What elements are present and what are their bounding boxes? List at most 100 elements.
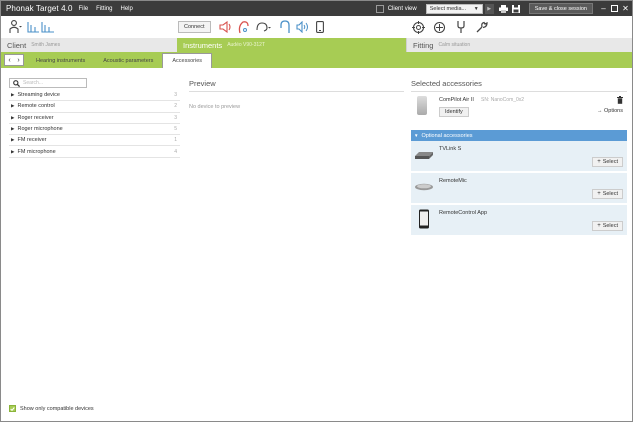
restore-icon[interactable] [610, 4, 619, 14]
section-header: Client Smith James Instruments Audéo V90… [1, 38, 632, 52]
category-item[interactable]: ▶ Roger microphone 5 [9, 124, 180, 136]
title-bar-controls: Client view Select media... ▼ ▶ Save & c… [375, 1, 632, 16]
section-fitting[interactable]: Fitting Calm situation [406, 38, 632, 52]
crosshair-icon[interactable] [433, 20, 446, 34]
hook-icon[interactable] [278, 20, 291, 34]
title-bar: Phonak Target 4.0 File Fitting Help Clie… [1, 1, 632, 16]
wrench-icon[interactable] [475, 20, 488, 34]
optional-accessory-name: RemoteMic [439, 178, 467, 184]
plus-icon: + [597, 191, 601, 197]
fitting-situation: Calm situation [438, 42, 471, 48]
instrument-icons: Connect [178, 16, 332, 38]
app-title: Phonak Target 4.0 [6, 4, 73, 13]
volume-icon[interactable] [295, 20, 309, 34]
select-media-dropdown[interactable]: Select media... ▼ [425, 3, 483, 14]
plus-icon: + [597, 159, 601, 165]
footer: Show only compatible devices [9, 405, 94, 412]
close-icon[interactable]: ✕ [621, 4, 630, 14]
expand-triangle-icon: ▶ [11, 137, 15, 143]
section-fitting-name: Fitting [413, 40, 434, 50]
trash-icon[interactable] [616, 96, 623, 104]
select-button[interactable]: + Select [592, 189, 623, 199]
speaker-icon[interactable] [218, 20, 232, 34]
selected-accessory-item: ComPilot Air II SN: NanoCom_0x2 Identify… [411, 92, 627, 126]
optional-accessory-item: RemoteMic + Select [411, 173, 627, 205]
category-count: 1 [174, 137, 177, 144]
select-button[interactable]: + Select [592, 221, 623, 231]
chevron-right-icon[interactable]: › [17, 57, 19, 64]
expand-triangle-icon: ▶ [11, 114, 15, 120]
fitting-icons [412, 16, 493, 38]
client-view-label: Client view [387, 5, 417, 12]
tab-bar: ‹ › Hearing instruments Acoustic paramet… [1, 52, 632, 68]
divider [189, 91, 404, 92]
expand-triangle-icon: ▶ [11, 126, 15, 132]
category-name: Streaming device [17, 92, 60, 99]
audiogram-icon[interactable] [27, 20, 55, 34]
select-label: Select [602, 159, 618, 165]
category-item[interactable]: ▶ FM microphone 4 [9, 146, 180, 158]
section-client-name: Client [7, 40, 27, 50]
category-name: Roger receiver [17, 114, 54, 121]
expand-triangle-icon: ▶ [11, 92, 15, 98]
options-label: Options [604, 108, 623, 114]
category-count: 3 [174, 114, 177, 121]
client-name: Smith James [31, 42, 61, 48]
optional-accessories-title: Optional accessories [421, 132, 473, 139]
category-name: FM receiver [17, 137, 47, 144]
category-count: 3 [174, 92, 177, 99]
category-name: FM microphone [17, 148, 56, 155]
selected-accessory-name: ComPilot Air II [439, 97, 474, 103]
tab-accessories[interactable]: Accessories [162, 53, 213, 68]
search-input[interactable]: Search... [9, 78, 87, 88]
category-count: 5 [174, 126, 177, 133]
checkmark-icon [10, 406, 15, 411]
ear-icon[interactable] [255, 20, 273, 34]
section-instruments[interactable]: Instruments Audéo V90-312T [177, 38, 406, 52]
options-link[interactable]: → Options [597, 108, 623, 114]
show-compatible-label: Show only compatible devices [20, 405, 94, 412]
optional-accessories-header[interactable]: ▼ Optional accessories [411, 130, 627, 141]
save-close-session-button[interactable]: Save & close session [528, 3, 593, 14]
category-item[interactable]: ▶ Roger receiver 3 [9, 113, 180, 124]
category-item[interactable]: ▶ FM receiver 1 [9, 135, 180, 147]
menu-fitting[interactable]: Fitting [96, 6, 112, 12]
section-client[interactable]: Client Smith James [1, 38, 177, 52]
tvlink-device-image [414, 150, 434, 160]
section-instruments-name: Instruments [183, 40, 223, 50]
preview-empty-text: No device to preview [189, 104, 241, 110]
selected-accessories-panel: Selected accessories ComPilot Air II SN:… [411, 79, 627, 237]
phone-icon[interactable] [314, 20, 327, 34]
category-count: 2 [174, 103, 177, 110]
person-icon[interactable] [9, 20, 22, 34]
connect-button[interactable]: Connect [178, 21, 211, 33]
tab-nav-arrows: ‹ › [4, 54, 24, 66]
menu-file[interactable]: File [79, 6, 89, 12]
tab-acoustic-parameters[interactable]: Acoustic parameters [94, 54, 162, 68]
icon-toolbar: Connect [1, 16, 632, 38]
save-icon[interactable] [511, 4, 521, 14]
target-icon[interactable] [412, 20, 425, 34]
print-icon[interactable] [499, 4, 509, 14]
play-icon[interactable]: ▶ [484, 3, 494, 14]
menu-help[interactable]: Help [121, 6, 133, 12]
identify-button[interactable]: Identify [439, 107, 469, 117]
plus-icon: + [597, 223, 601, 229]
expand-triangle-icon: ▶ [11, 148, 15, 154]
client-view-checkbox[interactable] [375, 4, 384, 13]
category-item[interactable]: ▶ Streaming device 3 [9, 90, 180, 102]
hearing-aid-icon[interactable] [237, 20, 250, 34]
category-count: 4 [174, 148, 177, 155]
select-button[interactable]: + Select [592, 157, 623, 167]
instrument-model: Audéo V90-312T [227, 42, 265, 48]
category-item[interactable]: ▶ Remote control 2 [9, 101, 180, 113]
collapse-triangle-icon: ▼ [414, 133, 419, 138]
tab-hearing-instruments[interactable]: Hearing instruments [27, 54, 94, 68]
preview-panel: Preview No device to preview [189, 79, 404, 110]
accessory-category-panel: Search... ▶ Streaming device 3 ▶ Remote con… [9, 78, 180, 158]
chevron-left-icon[interactable]: ‹ [8, 57, 10, 64]
minimize-icon[interactable]: – [599, 4, 608, 14]
selected-accessory-serial: SN: NanoCom_0x2 [481, 97, 525, 103]
tuning-fork-icon[interactable] [454, 20, 467, 34]
show-compatible-checkbox[interactable] [9, 405, 16, 412]
